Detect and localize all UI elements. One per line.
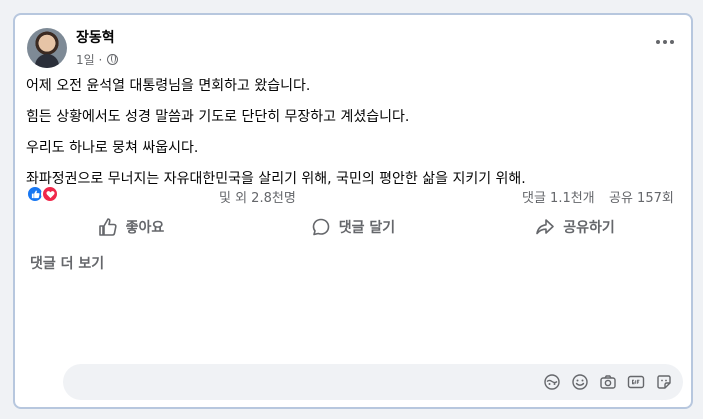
share-button[interactable]: 공유하기 bbox=[470, 211, 680, 243]
comment-composer bbox=[63, 364, 683, 400]
gif-icon[interactable] bbox=[627, 373, 645, 391]
thumbs-up-icon bbox=[98, 218, 117, 236]
reaction-count[interactable]: 및 외 2.8천명 bbox=[219, 187, 296, 206]
avatar-figure bbox=[35, 54, 59, 68]
comment-icon bbox=[312, 218, 330, 236]
post-card: 장동혁 1일 · 어제 오전 윤석열 대통령님을 면회하고 왔습니다. 힘든 상… bbox=[13, 13, 693, 409]
like-button[interactable]: 좋아요 bbox=[26, 211, 236, 243]
like-label: 좋아요 bbox=[125, 220, 165, 236]
more-options-icon[interactable] bbox=[653, 35, 677, 49]
globe-icon bbox=[107, 54, 119, 65]
avatar-sticker-icon[interactable] bbox=[543, 373, 561, 391]
comment-button[interactable]: 댓글 달기 bbox=[248, 211, 458, 243]
emoji-icon[interactable] bbox=[571, 373, 589, 391]
comment-count[interactable]: 댓글 1.1천개 bbox=[522, 187, 595, 206]
sticker-icon[interactable] bbox=[655, 373, 673, 391]
post-text: 어제 오전 윤석열 대통령님을 면회하고 왔습니다. 힘든 상황에서도 성경 말… bbox=[26, 76, 676, 200]
more-comments-link[interactable]: 댓글 더 보기 bbox=[30, 253, 104, 273]
post-meta: 1일 · bbox=[76, 51, 119, 68]
comment-input[interactable] bbox=[75, 364, 535, 400]
post-time[interactable]: 1일 · bbox=[76, 51, 102, 68]
share-icon bbox=[536, 219, 555, 235]
post-line: 어제 오전 윤석열 대통령님을 면회하고 왔습니다. bbox=[26, 78, 311, 94]
love-icon bbox=[41, 185, 59, 203]
share-count[interactable]: 공유 157회 bbox=[609, 187, 674, 206]
action-bar: 좋아요 댓글 달기 공유하기 bbox=[26, 211, 680, 243]
composer-tools bbox=[543, 373, 673, 391]
author-name[interactable]: 장동혁 bbox=[76, 27, 115, 47]
camera-icon[interactable] bbox=[599, 373, 617, 391]
avatar[interactable] bbox=[27, 28, 67, 68]
share-label: 공유하기 bbox=[563, 220, 615, 236]
reaction-icons[interactable] bbox=[26, 185, 59, 203]
post-line: 힘든 상황에서도 성경 말씀과 기도로 단단히 무장하고 계셨습니다. bbox=[26, 109, 410, 125]
post-stats: 및 외 2.8천명 댓글 1.1천개 공유 157회 bbox=[26, 185, 680, 206]
comment-label: 댓글 달기 bbox=[338, 220, 396, 236]
post-line: 우리도 하나로 뭉쳐 싸웁시다. bbox=[26, 140, 199, 156]
